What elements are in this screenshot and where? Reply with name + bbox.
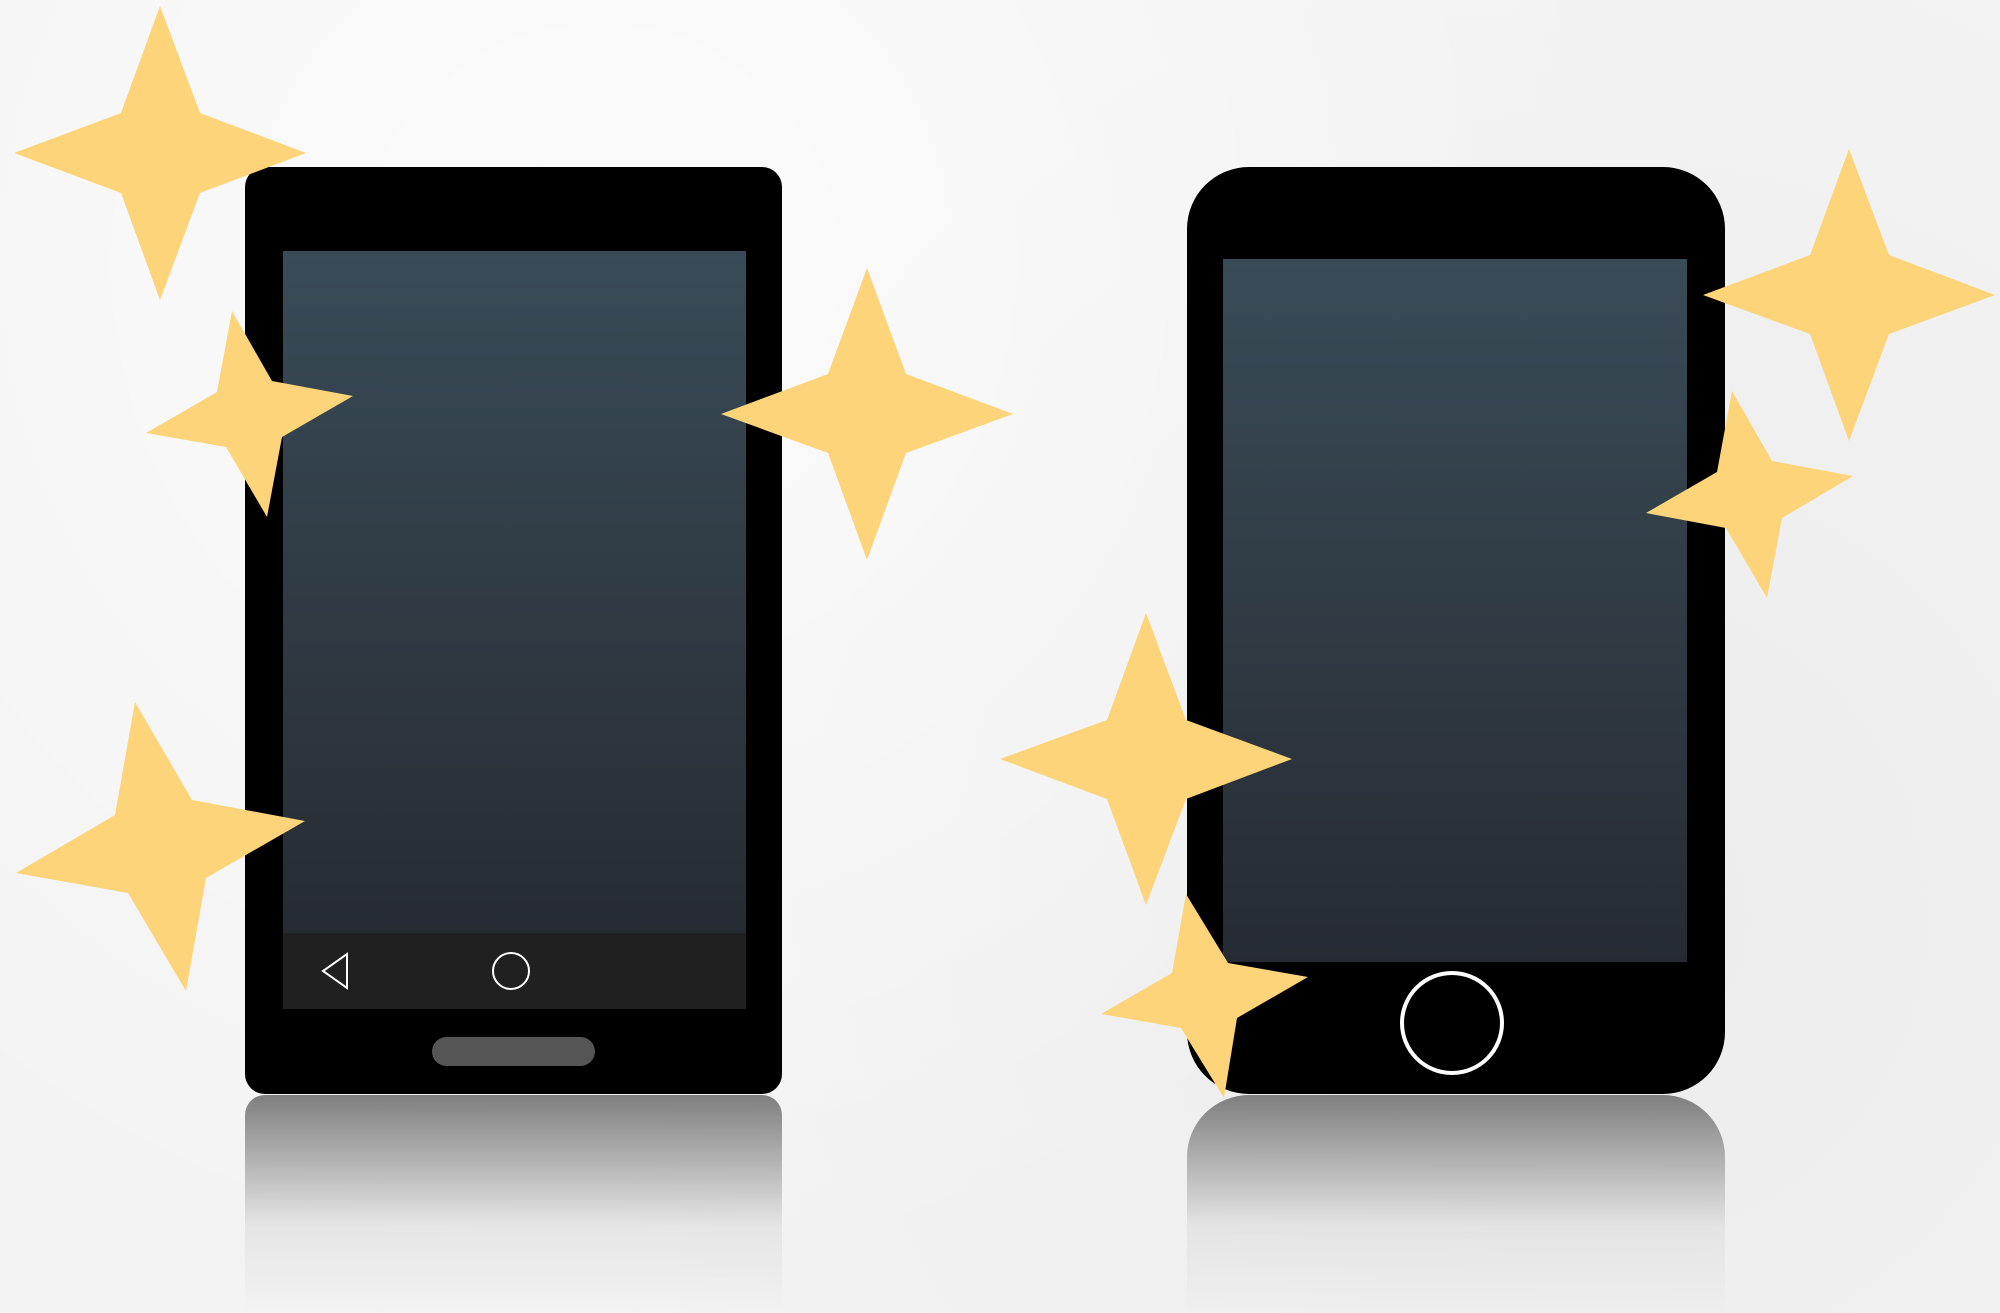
sparkle-icon xyxy=(1646,391,1853,598)
sparkle-icon xyxy=(1101,894,1308,1098)
sparkle-icon xyxy=(146,311,353,517)
sparkle-icon xyxy=(721,268,1013,560)
sparkle-icon xyxy=(1703,149,1995,441)
sparkle-icon xyxy=(14,6,306,300)
sparkle-icon xyxy=(1000,613,1292,905)
sparkles-layer xyxy=(14,6,1995,1098)
sparkle-icon xyxy=(16,702,305,991)
